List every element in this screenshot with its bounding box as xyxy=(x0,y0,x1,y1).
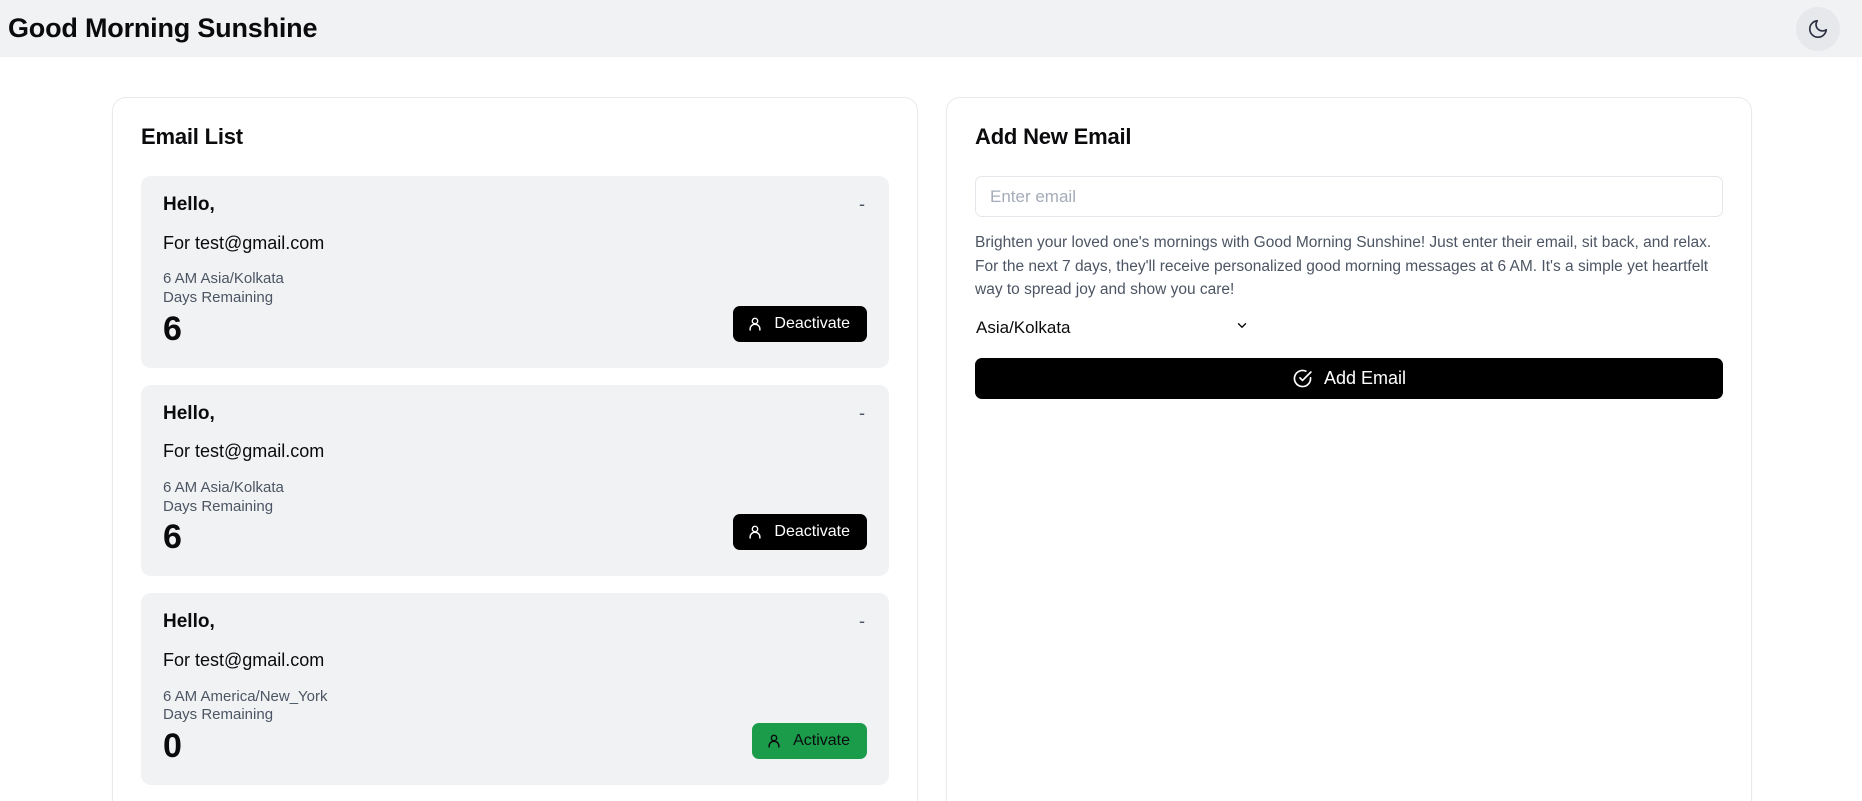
activate-button-label: Activate xyxy=(793,731,850,749)
recipient-email: For test@gmail.com xyxy=(163,232,325,253)
days-remaining-label: Days Remaining xyxy=(163,289,274,307)
theme-toggle-button[interactable] xyxy=(1796,6,1840,51)
add-email-description: Brighten your loved one's mornings with … xyxy=(975,234,1712,299)
deactivate-button[interactable]: Deactivate xyxy=(733,514,867,551)
schedule-text: 6 AM America/New_York xyxy=(163,687,328,705)
deactivate-button-label: Deactivate xyxy=(774,314,850,332)
add-email-button[interactable]: Add Email xyxy=(975,357,1723,399)
add-email-card: Add New Email Brighten your loved one's … xyxy=(946,97,1752,801)
days-remaining-label: Days Remaining xyxy=(163,706,274,724)
deactivate-button[interactable]: Deactivate xyxy=(733,305,867,342)
item-name-placeholder: - xyxy=(859,194,865,214)
greeting-text: Hello, xyxy=(163,402,215,424)
user-icon xyxy=(765,732,783,750)
list-item-footer: 6 AM America/New_York Days Remaining 0 A… xyxy=(163,688,867,765)
item-name-placeholder: - xyxy=(859,402,865,423)
deactivate-button-label: Deactivate xyxy=(774,523,850,541)
greeting-text: Hello, xyxy=(163,611,215,633)
moon-icon xyxy=(1807,18,1829,40)
user-icon xyxy=(746,523,764,541)
timezone-select-wrapper: Asia/Kolkata xyxy=(975,311,1255,344)
user-icon xyxy=(746,315,764,333)
add-email-button-label: Add Email xyxy=(1323,367,1407,388)
list-item-meta: 6 AM Asia/Kolkata Days Remaining 6 xyxy=(163,270,284,347)
list-item-meta: 6 AM Asia/Kolkata Days Remaining 6 xyxy=(163,479,284,556)
item-name-placeholder: - xyxy=(859,611,865,632)
check-circle-icon xyxy=(1292,368,1313,389)
days-remaining-label: Days Remaining xyxy=(163,497,274,515)
days-remaining-value: 0 xyxy=(163,727,182,766)
list-item-footer: 6 AM Asia/Kolkata Days Remaining 6 Deact… xyxy=(163,479,867,556)
schedule-text: 6 AM Asia/Kolkata xyxy=(163,270,284,288)
page-title: Good Morning Sunshine xyxy=(8,13,318,43)
greeting-text: Hello, xyxy=(163,194,215,215)
days-remaining-value: 6 xyxy=(163,518,182,557)
email-list-card: Email List Hello, - For test@gmail.com 6… xyxy=(112,97,918,801)
email-input[interactable] xyxy=(975,176,1723,217)
list-item-header: Hello, - xyxy=(163,194,867,217)
list-item[interactable]: Hello, - For test@gmail.com 6 AM Asia/Ko… xyxy=(141,384,889,577)
schedule-text: 6 AM Asia/Kolkata xyxy=(163,478,284,496)
timezone-select[interactable]: Asia/Kolkata xyxy=(975,311,1255,344)
recipient-email: For test@gmail.com xyxy=(163,441,325,462)
list-item-footer: 6 AM Asia/Kolkata Days Remaining 6 Deact… xyxy=(163,270,867,347)
list-item[interactable]: Hello, - For test@gmail.com 6 AM America… xyxy=(141,593,889,785)
add-email-title: Add New Email xyxy=(975,124,1132,149)
recipient-email: For test@gmail.com xyxy=(163,649,325,670)
days-remaining-value: 6 xyxy=(163,309,182,348)
list-item[interactable]: Hello, - For test@gmail.com 6 AM Asia/Ko… xyxy=(141,176,889,368)
list-item-header: Hello, - xyxy=(163,403,867,426)
email-list-title: Email List xyxy=(141,124,243,149)
app-header: Good Morning Sunshine xyxy=(0,0,1862,57)
main-content: Email List Hello, - For test@gmail.com 6… xyxy=(0,57,1862,801)
activate-button[interactable]: Activate xyxy=(752,722,867,759)
list-item-header: Hello, - xyxy=(163,611,867,634)
list-item-meta: 6 AM America/New_York Days Remaining 0 xyxy=(163,688,328,765)
